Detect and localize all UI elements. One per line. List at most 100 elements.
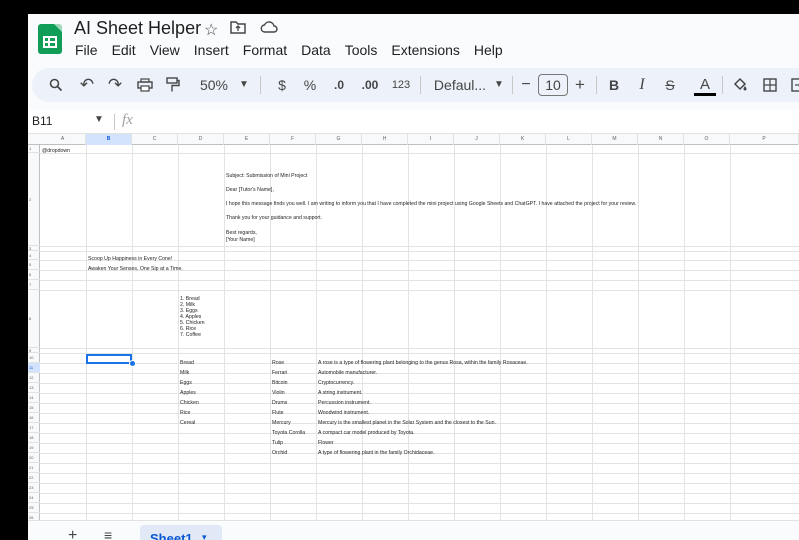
cell-f10[interactable]: Rose (272, 360, 284, 366)
cell-email-signature[interactable]: [Your Name] (226, 237, 255, 243)
row-header[interactable]: 20 (28, 453, 40, 463)
fill-handle[interactable] (129, 360, 136, 367)
column-header-l[interactable]: L (546, 134, 592, 145)
menu-view[interactable]: View (143, 41, 187, 59)
menu-insert[interactable]: Insert (187, 41, 236, 59)
add-sheet-button[interactable]: + (68, 527, 77, 540)
cell-f19[interactable]: Orchid (272, 450, 287, 456)
column-header-m[interactable]: M (592, 134, 638, 145)
cell-d11[interactable]: Milk (180, 370, 189, 376)
cell-g12[interactable]: Cryptocurrency. (318, 380, 354, 386)
cell-g17[interactable]: A compact car model produced by Toyota. (318, 430, 415, 436)
cell-d14[interactable]: Chicken (180, 400, 199, 406)
menu-file[interactable]: File (68, 41, 105, 59)
menu-data[interactable]: Data (294, 41, 338, 59)
row-header[interactable]: 25 (28, 503, 40, 513)
fill-color-icon[interactable] (730, 68, 750, 102)
column-header-b[interactable]: B (86, 134, 132, 145)
cell-g10[interactable]: A rose is a type of flowering plant belo… (318, 360, 528, 366)
menu-tools[interactable]: Tools (338, 41, 385, 59)
column-header-j[interactable]: J (454, 134, 500, 145)
strikethrough-button[interactable]: S (662, 68, 678, 102)
bold-button[interactable]: B (606, 68, 622, 102)
cell-d13[interactable]: Apples (180, 390, 196, 396)
cell-slogan-1[interactable]: Scoop Up Happiness in Every Cone! (88, 256, 172, 262)
cell-f16[interactable]: Mercury (272, 420, 291, 426)
cell-f15[interactable]: Flute (272, 410, 284, 416)
cell-email-thanks[interactable]: Thank you for your guidance and support. (226, 215, 322, 221)
cell-g15[interactable]: Woodwind instrument. (318, 410, 369, 416)
italic-button[interactable]: I (634, 68, 650, 102)
sheet-tab-active[interactable]: Sheet1 ▾ (140, 525, 222, 540)
cell-d12[interactable]: Eggs (180, 380, 192, 386)
currency-format-button[interactable]: $ (272, 68, 292, 102)
cell-f13[interactable]: Violin (272, 390, 285, 396)
decrease-decimal-button[interactable]: .0 (328, 68, 350, 102)
decrease-font-size-button[interactable]: − (518, 68, 534, 102)
column-header-k[interactable]: K (500, 134, 546, 145)
paint-format-icon[interactable] (162, 68, 184, 102)
column-header-g[interactable]: G (316, 134, 362, 145)
chevron-down-icon[interactable]: ▾ (202, 532, 207, 540)
menu-edit[interactable]: Edit (105, 41, 143, 59)
column-header-o[interactable]: O (684, 134, 730, 145)
cell-d15[interactable]: Rice (180, 410, 190, 416)
row-header[interactable]: 8 (28, 290, 40, 348)
column-header-e[interactable]: E (224, 134, 270, 145)
cell-g16[interactable]: Mercury is the smallest planet in the So… (318, 420, 496, 426)
column-header-i[interactable]: I (408, 134, 454, 145)
more-formats-button[interactable]: 123 (388, 68, 414, 102)
menu-format[interactable]: Format (236, 41, 294, 59)
name-box[interactable]: B11 (32, 114, 52, 128)
percent-format-button[interactable]: % (300, 68, 320, 102)
cell-g18[interactable]: Flower (318, 440, 334, 446)
column-header-a[interactable]: A (40, 134, 86, 145)
column-header-n[interactable]: N (638, 134, 684, 145)
cell-f11[interactable]: Ferrari (272, 370, 287, 376)
row-header[interactable]: 13 (28, 383, 40, 393)
print-icon[interactable] (134, 68, 156, 102)
row-header[interactable]: 1 (28, 145, 40, 153)
increase-font-size-button[interactable]: + (572, 68, 588, 102)
search-menus-icon[interactable] (46, 68, 66, 102)
cell-g19[interactable]: A type of flowering plant in the family … (318, 450, 435, 456)
menu-extensions[interactable]: Extensions (384, 41, 466, 59)
font-select[interactable]: Defaul... (428, 68, 492, 102)
text-color-button[interactable]: A (694, 68, 716, 102)
font-size-input[interactable]: 10 (538, 74, 568, 96)
active-cell-selection[interactable] (86, 354, 132, 364)
cell-d16[interactable]: Cereal (180, 420, 195, 426)
row-header[interactable]: 26 (28, 513, 40, 520)
column-header-p[interactable]: P (730, 134, 799, 145)
merge-cells-icon[interactable] (788, 68, 799, 102)
chevron-down-icon[interactable]: ▼ (94, 114, 104, 125)
row-header[interactable]: 21 (28, 463, 40, 473)
chevron-down-icon[interactable]: ▼ (236, 68, 252, 102)
row-header[interactable]: 22 (28, 473, 40, 483)
row-header[interactable]: 24 (28, 493, 40, 503)
document-title[interactable]: AI Sheet Helper (74, 18, 201, 39)
undo-icon[interactable]: ↶ (76, 68, 98, 102)
cell-g11[interactable]: Automobile manufacturer. (318, 370, 377, 376)
column-header-f[interactable]: F (270, 134, 316, 145)
cell-email-greeting[interactable]: Dear [Tutor's Name], (226, 187, 274, 193)
cell-email-subject[interactable]: Subject: Submission of Mini Project (226, 173, 307, 179)
row-header[interactable]: 15 (28, 403, 40, 413)
row-header[interactable]: 19 (28, 443, 40, 453)
row-header[interactable]: 6 (28, 270, 40, 280)
row-header[interactable]: 18 (28, 433, 40, 443)
move-folder-icon[interactable] (230, 20, 246, 39)
cell-d10[interactable]: Bread (180, 360, 194, 366)
column-header-c[interactable]: C (132, 134, 178, 145)
star-icon[interactable]: ☆ (204, 20, 218, 40)
zoom-select[interactable]: 50% (194, 68, 234, 102)
all-sheets-button[interactable]: ≡ (104, 527, 112, 540)
chevron-down-icon[interactable]: ▼ (492, 68, 506, 102)
row-header[interactable]: 23 (28, 483, 40, 493)
cell-email-body[interactable]: I hope this message finds you well. I am… (226, 201, 636, 207)
cell-f14[interactable]: Drums (272, 400, 287, 406)
column-header-d[interactable]: D (178, 134, 224, 145)
cell-g14[interactable]: Percussion instrument. (318, 400, 371, 406)
cell-f12[interactable]: Bitcoin (272, 380, 288, 386)
row-header[interactable]: 14 (28, 393, 40, 403)
